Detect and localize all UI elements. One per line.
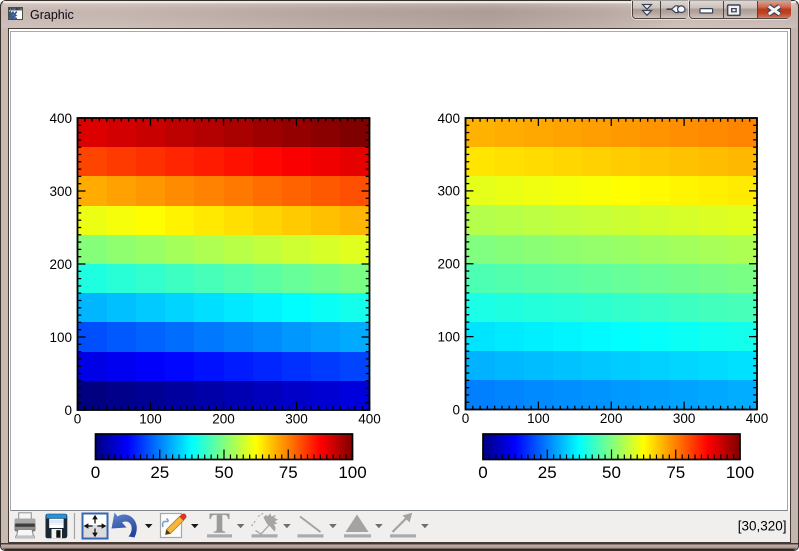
svg-text:100: 100 <box>139 412 162 427</box>
svg-text:400: 400 <box>437 111 460 126</box>
svg-text:0: 0 <box>462 411 470 426</box>
svg-text:0: 0 <box>64 403 72 418</box>
svg-text:200: 200 <box>212 412 235 427</box>
svg-text:25: 25 <box>538 463 557 482</box>
svg-text:300: 300 <box>285 412 308 427</box>
svg-text:75: 75 <box>666 463 685 482</box>
svg-text:400: 400 <box>358 412 381 427</box>
svg-text:50: 50 <box>215 463 234 482</box>
svg-text:200: 200 <box>49 257 72 272</box>
svg-text:300: 300 <box>673 411 696 426</box>
svg-text:100: 100 <box>338 463 366 482</box>
svg-text:100: 100 <box>49 330 72 345</box>
svg-text:300: 300 <box>437 184 460 199</box>
svg-text:200: 200 <box>600 411 623 426</box>
svg-text:100: 100 <box>726 463 754 482</box>
svg-text:0: 0 <box>478 463 487 482</box>
svg-text:400: 400 <box>49 111 72 126</box>
svg-text:25: 25 <box>150 463 169 482</box>
svg-text:75: 75 <box>279 463 298 482</box>
svg-text:100: 100 <box>437 329 460 344</box>
svg-text:0: 0 <box>91 463 100 482</box>
svg-text:0: 0 <box>452 402 460 417</box>
svg-text:0: 0 <box>74 412 82 427</box>
svg-text:400: 400 <box>746 411 769 426</box>
svg-text:50: 50 <box>602 463 621 482</box>
svg-text:100: 100 <box>527 411 550 426</box>
svg-text:[30,320]: [30,320] <box>738 519 787 534</box>
svg-text:300: 300 <box>49 184 72 199</box>
svg-text:200: 200 <box>437 257 460 272</box>
